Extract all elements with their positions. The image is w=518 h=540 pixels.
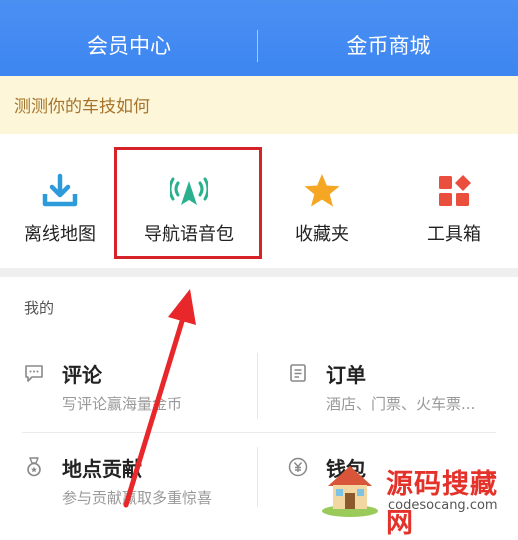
download-icon	[42, 173, 78, 207]
tab-member-center[interactable]: 会员中心	[0, 30, 258, 62]
column-divider	[257, 447, 258, 507]
section-title: 我的	[24, 299, 55, 317]
item-title: 订单	[326, 363, 366, 387]
top-bar: 会员中心 金币商城	[0, 0, 518, 76]
item-subtitle: 写评论赢海量金币	[62, 395, 183, 413]
notice-text: 测测你的车技如何	[14, 97, 150, 117]
column-divider	[257, 353, 258, 419]
order-icon	[290, 364, 306, 382]
quick-item-favorites[interactable]: 收藏夹	[262, 134, 382, 268]
item-title: 地点贡献	[62, 457, 142, 481]
tab-divider	[257, 30, 258, 62]
wallet-icon	[288, 457, 308, 477]
watermark: 源码搜藏网 codesocang.com	[318, 456, 518, 539]
notice-banner[interactable]: 测测你的车技如何	[0, 76, 518, 134]
quick-item-label: 工具箱	[427, 224, 481, 245]
row-divider	[22, 432, 496, 433]
quick-item-label: 离线地图	[24, 224, 96, 245]
list-item-comment[interactable]: 评论 写评论赢海量金币	[24, 359, 244, 419]
quick-item-label: 收藏夹	[295, 224, 349, 245]
list-item-orders[interactable]: 订单 酒店、门票、火车票...	[288, 359, 508, 419]
item-title: 评论	[62, 363, 102, 387]
item-subtitle: 参与贡献赢取多重惊喜	[62, 489, 213, 507]
medal-icon	[27, 457, 41, 477]
quick-item-offline-map[interactable]: 离线地图	[0, 134, 120, 268]
quick-item-toolbox[interactable]: 工具箱	[394, 134, 514, 268]
toolbox-icon	[439, 175, 471, 206]
star-icon	[304, 174, 340, 207]
section-separator	[0, 268, 518, 277]
highlight-box	[114, 147, 262, 259]
item-subtitle: 酒店、门票、火车票...	[326, 395, 476, 413]
list-item-place-contribution[interactable]: 地点贡献 参与贡献赢取多重惊喜	[24, 453, 244, 513]
tab-coin-mall[interactable]: 金币商城	[259, 30, 518, 62]
watermark-url: codesocang.com	[388, 498, 498, 513]
house-logo-icon	[322, 466, 378, 517]
comment-icon	[25, 365, 43, 382]
